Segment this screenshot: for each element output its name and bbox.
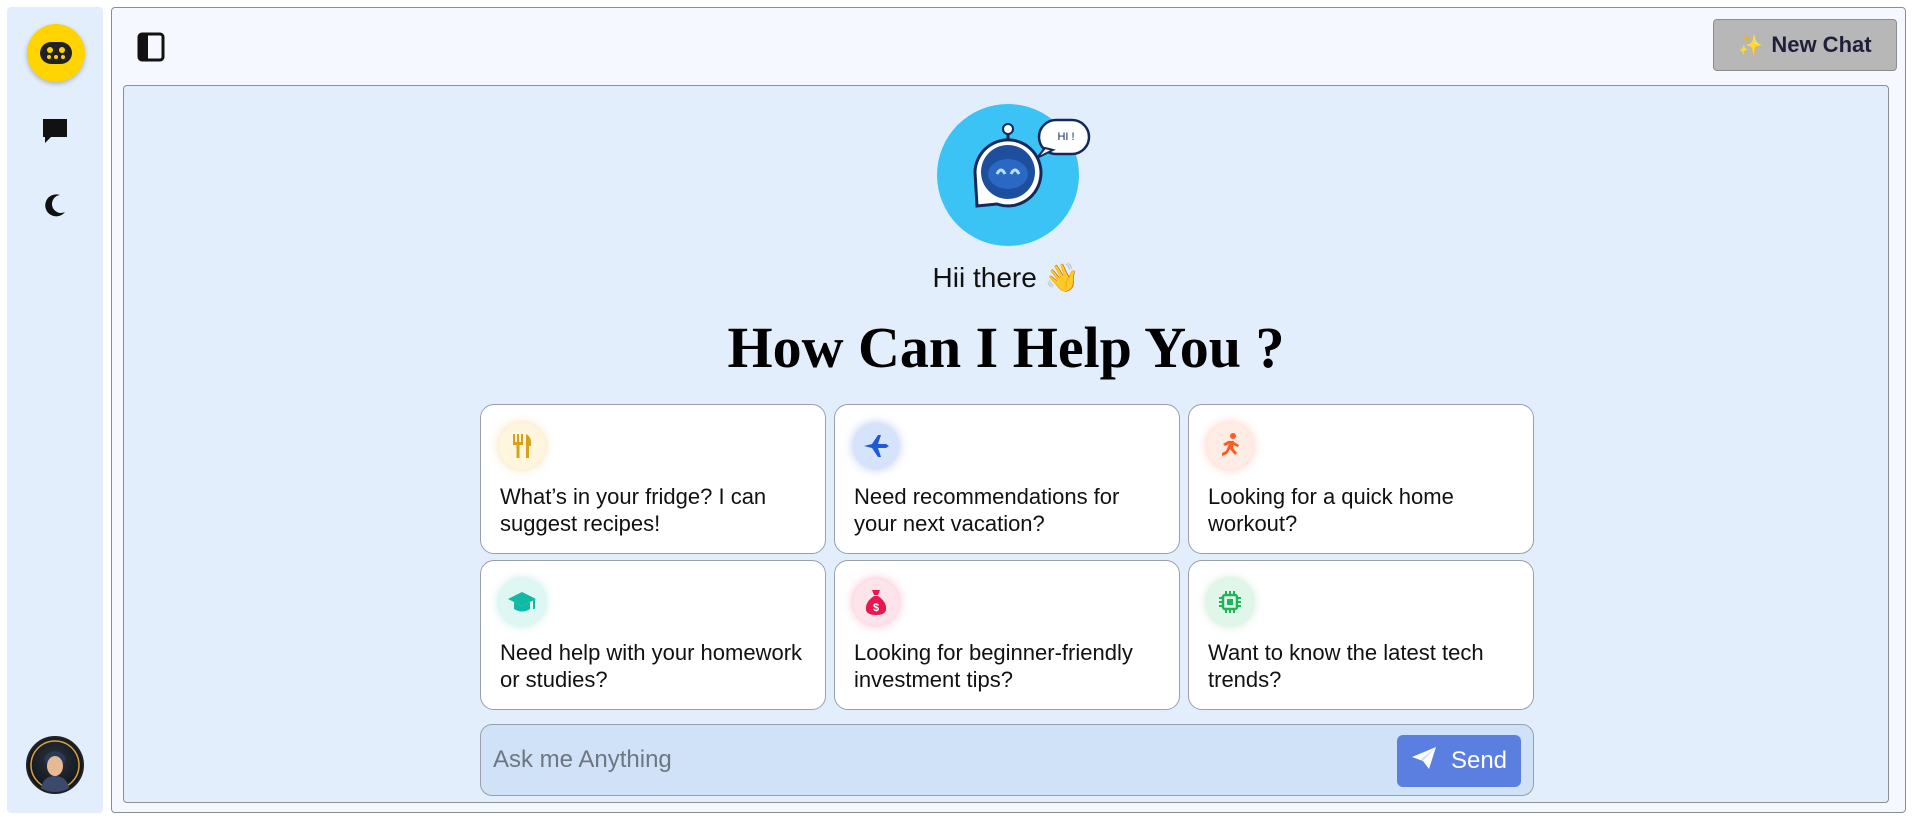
chip-icon	[1207, 579, 1253, 625]
sidebar	[7, 7, 103, 813]
new-chat-label: New Chat	[1771, 32, 1872, 57]
suggestion-text: Want to know the latest tech trends?	[1208, 640, 1484, 692]
moon-icon[interactable]	[39, 189, 71, 221]
chat-bubble-icon[interactable]	[39, 115, 71, 147]
suggestion-card-vacation[interactable]: Need recommendations for your next vacat…	[834, 404, 1180, 554]
suggestion-grid: What’s in your fridge? I can suggest rec…	[480, 404, 1534, 710]
suggestion-text: Need recommendations for your next vacat…	[854, 484, 1120, 536]
airplane-icon	[853, 423, 899, 469]
message-input[interactable]	[493, 739, 1373, 781]
svg-text:$: $	[873, 602, 879, 614]
paper-plane-icon	[1411, 746, 1437, 777]
suggestion-card-investment[interactable]: $ Looking for beginner-friendly investme…	[834, 560, 1180, 710]
sidebar-toggle-icon[interactable]	[136, 30, 166, 64]
suggestion-card-recipes[interactable]: What’s in your fridge? I can suggest rec…	[480, 404, 826, 554]
suggestion-card-homework[interactable]: Need help with your homework or studies?	[480, 560, 826, 710]
send-button[interactable]: Send	[1397, 735, 1521, 787]
suggestion-text: Need help with your homework or studies?	[500, 640, 803, 692]
sparkles-icon: ✨	[1738, 34, 1764, 57]
bot-speech-bubble: HI !	[1057, 131, 1075, 143]
suggestion-card-tech[interactable]: Want to know the latest tech trends?	[1188, 560, 1534, 710]
suggestion-text: Looking for a quick home workout?	[1208, 484, 1454, 536]
suggestion-card-workout[interactable]: Looking for a quick home workout?	[1188, 404, 1534, 554]
greeting-text: Hii there 👋	[932, 262, 1080, 293]
send-label: Send	[1450, 747, 1508, 774]
page-title: How Can I Help You ?	[727, 315, 1285, 380]
new-chat-button[interactable]: ✨ New Chat	[1713, 19, 1897, 71]
suggestion-text: Looking for beginner-friendly investment…	[854, 640, 1133, 692]
avatar[interactable]	[26, 736, 84, 794]
bot-avatar: HI !	[937, 104, 1091, 246]
robot-face-icon[interactable]	[27, 24, 85, 82]
fork-knife-icon	[499, 423, 545, 469]
money-bag-icon: $	[853, 579, 899, 625]
suggestion-text: What’s in your fridge? I can suggest rec…	[500, 484, 767, 536]
main-area: ✨ New Chat HI ! Hii there 👋 How Can I He…	[111, 7, 1906, 813]
composer: Send	[480, 724, 1534, 796]
running-icon	[1207, 423, 1253, 469]
chat-panel: HI ! Hii there 👋 How Can I Help You ? Wh…	[123, 85, 1889, 803]
graduation-cap-icon	[499, 579, 545, 625]
